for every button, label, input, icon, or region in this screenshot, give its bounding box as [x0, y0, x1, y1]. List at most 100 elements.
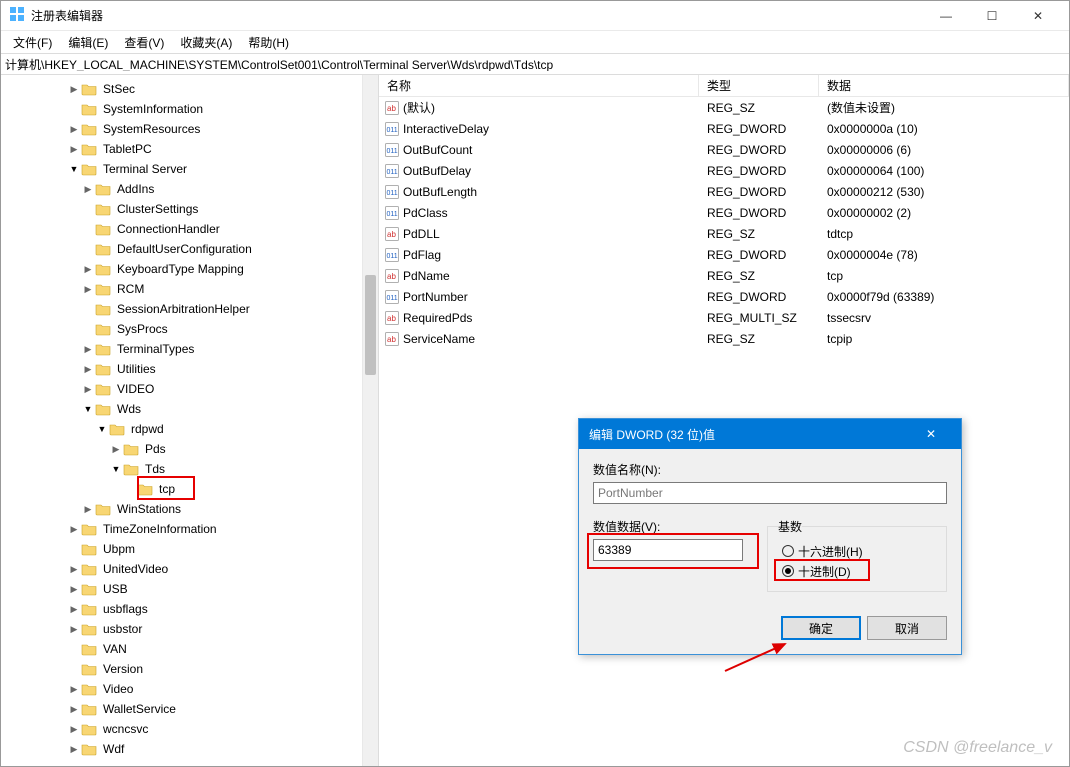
tree-item[interactable]: ▶USB — [9, 579, 378, 599]
tree-item[interactable]: tcp — [9, 479, 378, 499]
twist-icon[interactable]: ▼ — [67, 164, 81, 174]
twist-icon[interactable]: ▶ — [67, 564, 81, 575]
tree-item[interactable]: SysProcs — [9, 319, 378, 339]
twist-icon[interactable]: ▶ — [67, 684, 81, 695]
tree-item[interactable]: ▶SystemResources — [9, 119, 378, 139]
tree-item[interactable]: ▼rdpwd — [9, 419, 378, 439]
value-row[interactable]: PdClassREG_DWORD0x00000002 (2) — [379, 202, 1069, 223]
twist-icon[interactable]: ▶ — [81, 504, 95, 515]
tree-item[interactable]: ▶Video — [9, 679, 378, 699]
twist-icon[interactable]: ▶ — [67, 704, 81, 715]
radio-hex[interactable]: 十六进制(H) — [778, 541, 936, 561]
tree-item[interactable]: SystemInformation — [9, 99, 378, 119]
tree-item[interactable]: DefaultUserConfiguration — [9, 239, 378, 259]
tree-item[interactable]: ▶wcncsvc — [9, 719, 378, 739]
col-type[interactable]: 类型 — [699, 75, 819, 96]
tree-item[interactable]: ▶VIDEO — [9, 379, 378, 399]
value-row[interactable]: ServiceNameREG_SZtcpip — [379, 328, 1069, 349]
col-data[interactable]: 数据 — [819, 75, 1069, 96]
tree-item[interactable]: ▼Wds — [9, 399, 378, 419]
tree-item[interactable]: ▶TerminalTypes — [9, 339, 378, 359]
twist-icon[interactable]: ▶ — [67, 604, 81, 615]
value-type: REG_DWORD — [703, 248, 823, 262]
menu-edit[interactable]: 编辑(E) — [62, 32, 114, 53]
twist-icon[interactable]: ▶ — [81, 344, 95, 355]
twist-icon[interactable]: ▼ — [95, 424, 109, 434]
menubar: 文件(F) 编辑(E) 查看(V) 收藏夹(A) 帮助(H) — [1, 31, 1069, 53]
tree-item[interactable]: ▶KeyboardType Mapping — [9, 259, 378, 279]
twist-icon[interactable]: ▶ — [81, 364, 95, 375]
tree-item[interactable]: SessionArbitrationHelper — [9, 299, 378, 319]
radio-dec[interactable]: 十进制(D) — [778, 561, 936, 581]
twist-icon[interactable]: ▶ — [81, 184, 95, 195]
twist-icon[interactable]: ▶ — [67, 524, 81, 535]
dword-icon — [383, 185, 401, 199]
address-input[interactable] — [5, 57, 1065, 71]
tree-item[interactable]: ▶UnitedVideo — [9, 559, 378, 579]
tree-item[interactable]: ▶TabletPC — [9, 139, 378, 159]
tree-item[interactable]: ▼Tds — [9, 459, 378, 479]
tree-pane[interactable]: ▶StSecSystemInformation▶SystemResources▶… — [1, 75, 378, 766]
value-row[interactable]: PdNameREG_SZtcp — [379, 265, 1069, 286]
tree-item-label: Utilities — [115, 361, 158, 377]
value-row[interactable]: OutBufLengthREG_DWORD0x00000212 (530) — [379, 181, 1069, 202]
twist-icon[interactable]: ▶ — [67, 724, 81, 735]
value-row[interactable]: PdFlagREG_DWORD0x0000004e (78) — [379, 244, 1069, 265]
twist-icon[interactable]: ▶ — [67, 584, 81, 595]
tree-item[interactable]: ▶StSec — [9, 79, 378, 99]
maximize-button[interactable]: ☐ — [969, 1, 1015, 31]
tree-item[interactable]: ConnectionHandler — [9, 219, 378, 239]
twist-icon[interactable]: ▶ — [67, 144, 81, 155]
value-row[interactable]: PdDLLREG_SZtdtcp — [379, 223, 1069, 244]
tree-item[interactable]: ▶ Utilities — [9, 359, 378, 379]
tree-item[interactable]: ▼Terminal Server — [9, 159, 378, 179]
twist-icon[interactable]: ▶ — [81, 384, 95, 395]
menu-file[interactable]: 文件(F) — [7, 32, 58, 53]
tree-item-label: tcp — [157, 481, 177, 497]
twist-icon[interactable]: ▼ — [109, 464, 123, 474]
value-row[interactable]: InteractiveDelayREG_DWORD0x0000000a (10) — [379, 118, 1069, 139]
twist-icon[interactable]: ▶ — [81, 264, 95, 275]
tree-item[interactable]: ▶WalletService — [9, 699, 378, 719]
tree-item[interactable]: ▶Wdf — [9, 739, 378, 759]
minimize-button[interactable]: — — [923, 1, 969, 31]
tree-scrollbar[interactable] — [362, 75, 378, 766]
tree-item[interactable]: ▶Pds — [9, 439, 378, 459]
tree-item[interactable]: ▶RCM — [9, 279, 378, 299]
menu-view[interactable]: 查看(V) — [118, 32, 170, 53]
value-row[interactable]: (默认)REG_SZ(数值未设置) — [379, 97, 1069, 118]
tree-item[interactable]: ClusterSettings — [9, 199, 378, 219]
twist-icon[interactable]: ▶ — [67, 84, 81, 95]
twist-icon[interactable]: ▶ — [81, 284, 95, 295]
tree-item[interactable]: ▶AddIns — [9, 179, 378, 199]
value-row[interactable]: RequiredPdsREG_MULTI_SZtssecsrv — [379, 307, 1069, 328]
ok-button[interactable]: 确定 — [781, 616, 861, 640]
tree-item[interactable]: ▶usbstor — [9, 619, 378, 639]
tree-item[interactable]: ▶TimeZoneInformation — [9, 519, 378, 539]
folder-icon — [95, 202, 111, 216]
value-data-input[interactable] — [593, 539, 743, 561]
menu-help[interactable]: 帮助(H) — [242, 32, 295, 53]
close-button[interactable]: ✕ — [1015, 1, 1061, 31]
tree-item[interactable]: Version — [9, 659, 378, 679]
tree-item[interactable]: Ubpm — [9, 539, 378, 559]
radio-hex-dot[interactable] — [782, 545, 794, 557]
twist-icon[interactable]: ▶ — [67, 624, 81, 635]
twist-icon[interactable]: ▼ — [81, 404, 95, 414]
radio-dec-dot[interactable] — [782, 565, 794, 577]
cancel-button[interactable]: 取消 — [867, 616, 947, 640]
value-row[interactable]: OutBufDelayREG_DWORD0x00000064 (100) — [379, 160, 1069, 181]
menu-fav[interactable]: 收藏夹(A) — [174, 32, 238, 53]
dword-icon — [383, 143, 401, 157]
dialog-close-icon[interactable]: ✕ — [911, 419, 951, 449]
dialog-titlebar[interactable]: 编辑 DWORD (32 位)值 ✕ — [579, 419, 961, 449]
tree-item[interactable]: ▶usbflags — [9, 599, 378, 619]
tree-item[interactable]: VAN — [9, 639, 378, 659]
value-row[interactable]: PortNumberREG_DWORD0x0000f79d (63389) — [379, 286, 1069, 307]
value-row[interactable]: OutBufCountREG_DWORD0x00000006 (6) — [379, 139, 1069, 160]
twist-icon[interactable]: ▶ — [67, 124, 81, 135]
col-name[interactable]: 名称 — [379, 75, 699, 96]
twist-icon[interactable]: ▶ — [67, 744, 81, 755]
twist-icon[interactable]: ▶ — [109, 444, 123, 455]
tree-item[interactable]: ▶WinStations — [9, 499, 378, 519]
